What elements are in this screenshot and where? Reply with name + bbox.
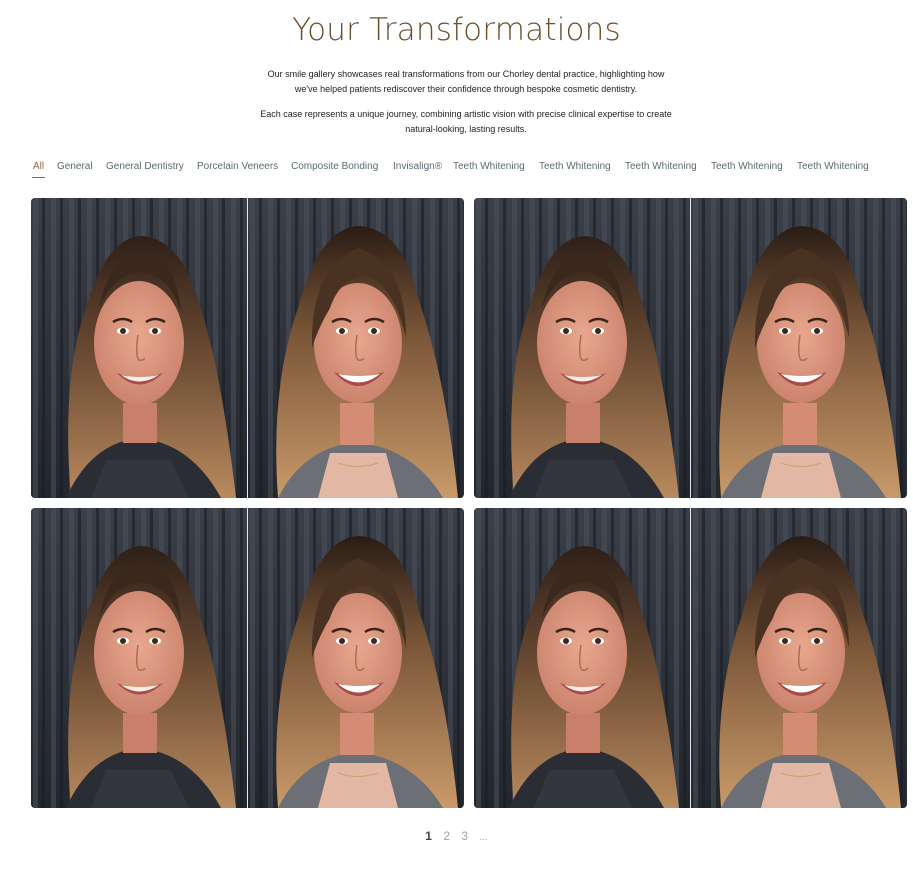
page-title: Your Transformations — [292, 12, 621, 48]
filter-general-dentistry[interactable]: General Dentistry — [106, 159, 184, 175]
before-smile-photo — [474, 198, 690, 498]
filter-composite-bonding[interactable]: Composite Bonding — [291, 159, 378, 175]
filter-teeth-whitening-1[interactable]: Teeth Whitening — [453, 159, 525, 175]
pagination: 1 2 3 ... — [0, 829, 913, 843]
gallery-card-1[interactable] — [31, 198, 464, 498]
gallery-card-3[interactable] — [31, 508, 464, 808]
portrait-before-image — [474, 508, 690, 808]
gallery-card-2[interactable] — [474, 198, 907, 498]
portrait-before-image — [474, 198, 690, 498]
filter-teeth-whitening-4[interactable]: Teeth Whitening — [711, 159, 783, 175]
after-smile-photo — [247, 508, 463, 808]
after-smile-photo — [690, 198, 906, 498]
filter-teeth-whitening-2[interactable]: Teeth Whitening — [539, 159, 611, 175]
portrait-before-image — [31, 508, 247, 808]
filter-general[interactable]: General — [57, 159, 93, 175]
intro-paragraph-2: Each case represents a unique journey, c… — [260, 109, 672, 134]
page-link-1[interactable]: 1 — [425, 829, 432, 843]
page-link-3[interactable]: 3 — [461, 829, 468, 843]
portrait-after-image — [691, 508, 906, 808]
portrait-after-image — [248, 508, 463, 808]
intro-paragraph-1: Our smile gallery showcases real transfo… — [267, 69, 665, 94]
filter-invisalign[interactable]: Invisalign® — [393, 159, 442, 175]
filter-teeth-whitening-5[interactable]: Teeth Whitening — [797, 159, 869, 175]
filter-teeth-whitening-3[interactable]: Teeth Whitening — [625, 159, 697, 175]
filter-all[interactable]: All — [31, 159, 46, 178]
before-smile-photo — [474, 508, 690, 808]
after-smile-photo — [247, 198, 463, 498]
portrait-after-image — [248, 198, 463, 498]
before-smile-photo — [31, 508, 247, 808]
portrait-before-image — [31, 198, 247, 498]
gallery-card-4[interactable] — [474, 508, 907, 808]
after-smile-photo — [690, 508, 906, 808]
page-link-2[interactable]: 2 — [443, 829, 450, 843]
page-link-more[interactable]: ... — [479, 832, 487, 843]
filter-porcelain-veneers[interactable]: Porcelain Veneers — [197, 159, 278, 175]
portrait-after-image — [691, 198, 906, 498]
before-smile-photo — [31, 198, 247, 498]
